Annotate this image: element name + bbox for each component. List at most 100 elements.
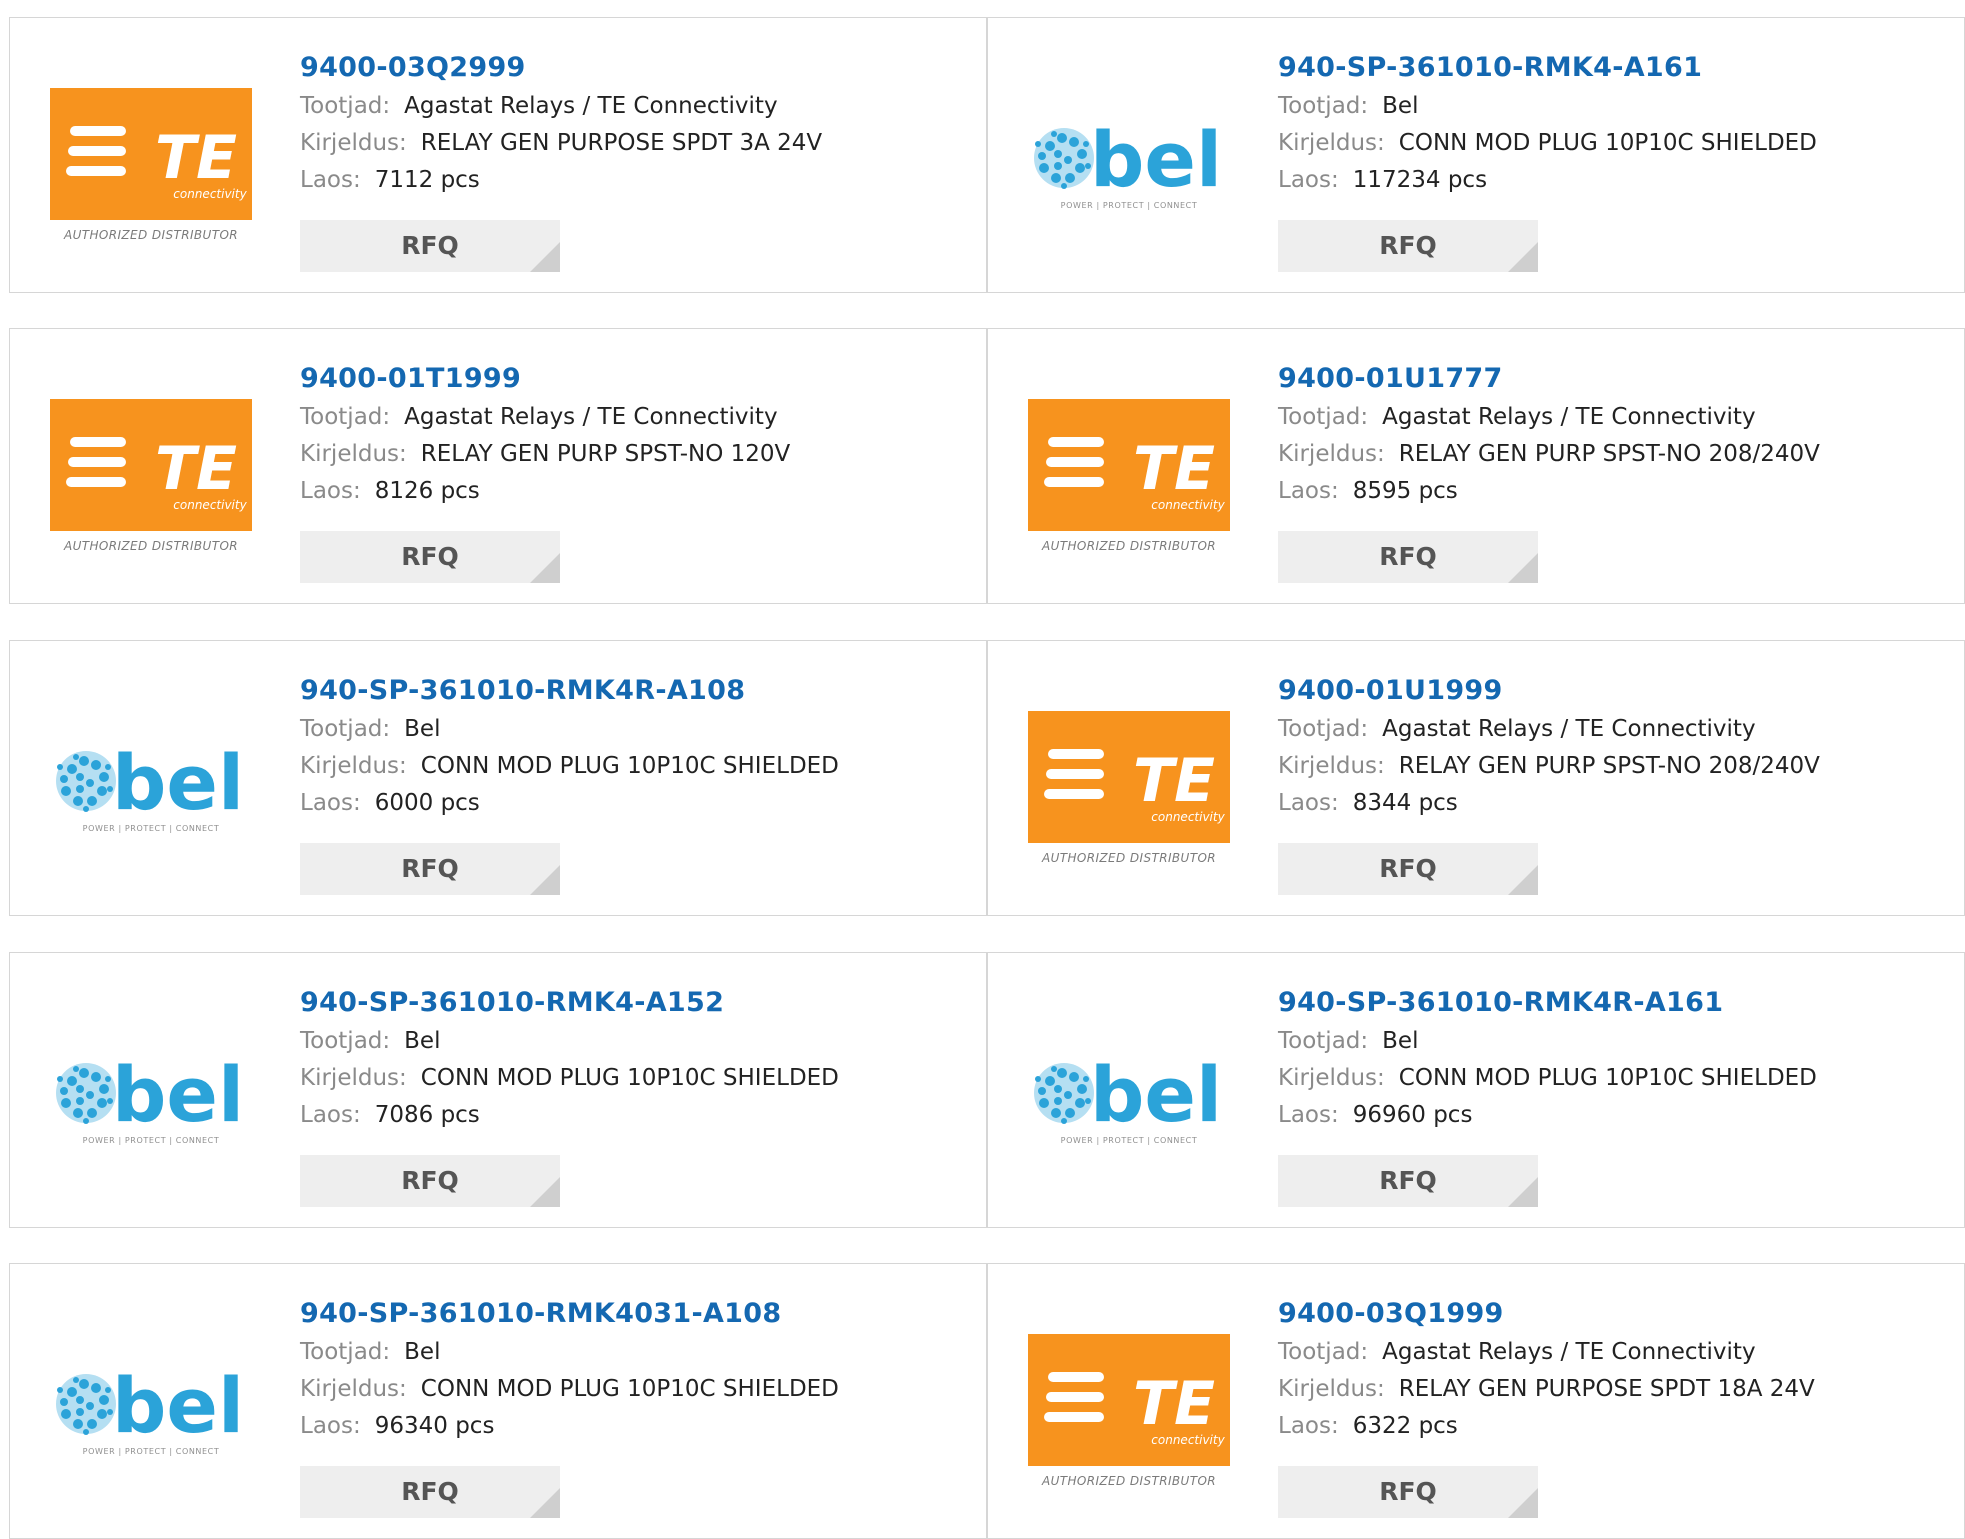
description-value: CONN MOD PLUG 10P10C SHIELDED bbox=[420, 1376, 839, 1402]
manufacturer-row: Tootjad: Agastat Relays / TE Connectivity bbox=[300, 399, 976, 436]
authorized-distributor-caption: AUTHORIZED DISTRIBUTOR bbox=[1041, 539, 1217, 553]
te-logo-mark: TE connectivity bbox=[1044, 746, 1226, 824]
rfq-button[interactable]: RFQ bbox=[300, 843, 560, 895]
bel-logo-text: bel bbox=[1090, 1050, 1222, 1139]
rfq-corner-decoration bbox=[530, 1488, 560, 1518]
stock-label: Laos: bbox=[300, 1413, 361, 1439]
manufacturer-value: Agastat Relays / TE Connectivity bbox=[1382, 404, 1756, 430]
te-connectivity-logo: TE connectivity AUTHORIZED DISTRIBUTOR bbox=[1028, 1334, 1230, 1496]
te-logo-badge: TE connectivity bbox=[1028, 399, 1230, 531]
stock-value: 96340 pcs bbox=[374, 1413, 495, 1439]
rfq-button[interactable]: RFQ bbox=[300, 531, 560, 583]
product-info: 9400-01U1777 Tootjad: Agastat Relays / TE … bbox=[1278, 359, 1954, 510]
stock-row: Laos: 7112 pcs bbox=[300, 162, 976, 199]
description-row: Kirjeldus: RELAY GEN PURPOSE SPDT 3A 24V bbox=[300, 125, 976, 162]
part-number-link[interactable]: 940-SP-361010-RMK4-A152 bbox=[300, 983, 976, 1023]
manufacturer-row: Tootjad: Agastat Relays / TE Connectivity bbox=[1278, 711, 1954, 748]
description-label: Kirjeldus: bbox=[300, 441, 407, 467]
rfq-button[interactable]: RFQ bbox=[300, 1155, 560, 1207]
bel-logo-mark: bel POWER | PROTECT | CONNECT bbox=[1034, 115, 1222, 210]
bel-logo-globe bbox=[1034, 128, 1094, 189]
manufacturer-label: Tootjad: bbox=[1278, 93, 1369, 119]
description-row: Kirjeldus: RELAY GEN PURP SPST-NO 208/240… bbox=[1278, 748, 1954, 785]
manufacturer-row: Tootjad: Bel bbox=[300, 1023, 976, 1060]
manufacturer-row: Tootjad: Bel bbox=[300, 711, 976, 748]
manufacturer-label: Tootjad: bbox=[300, 1028, 391, 1054]
authorized-distributor-caption: AUTHORIZED DISTRIBUTOR bbox=[1041, 851, 1217, 865]
manufacturer-label: Tootjad: bbox=[1278, 1028, 1369, 1054]
te-logo-sub: connectivity bbox=[173, 187, 247, 201]
te-logo-text: TE bbox=[155, 123, 237, 193]
description-label: Kirjeldus: bbox=[1278, 753, 1385, 779]
part-number-link[interactable]: 9400-03Q2999 bbox=[300, 48, 976, 88]
rfq-button-label: RFQ bbox=[401, 231, 459, 260]
manufacturer-row: Tootjad: Agastat Relays / TE Connectivity bbox=[1278, 399, 1954, 436]
stock-value: 7086 pcs bbox=[374, 1102, 480, 1128]
rfq-corner-decoration bbox=[1508, 242, 1538, 272]
part-number-link[interactable]: 940-SP-361010-RMK4R-A161 bbox=[1278, 983, 1954, 1023]
rfq-button[interactable]: RFQ bbox=[300, 220, 560, 272]
manufacturer-row: Tootjad: Bel bbox=[1278, 1023, 1954, 1060]
description-value: RELAY GEN PURPOSE SPDT 3A 24V bbox=[420, 130, 823, 156]
rfq-button[interactable]: RFQ bbox=[1278, 1466, 1538, 1518]
rfq-button[interactable]: RFQ bbox=[1278, 531, 1538, 583]
product-info: 9400-03Q2999 Tootjad: Agastat Relays / TE … bbox=[300, 48, 976, 199]
stock-label: Laos: bbox=[1278, 1102, 1339, 1128]
manufacturer-value: Bel bbox=[1382, 1028, 1419, 1054]
description-label: Kirjeldus: bbox=[300, 1065, 407, 1091]
stock-value: 8595 pcs bbox=[1352, 478, 1458, 504]
bel-logo-globe bbox=[56, 1374, 116, 1435]
bel-logo-mark: bel POWER | PROTECT | CONNECT bbox=[56, 1050, 244, 1145]
manufacturer-label: Tootjad: bbox=[300, 404, 391, 430]
te-connectivity-logo: TE connectivity AUTHORIZED DISTRIBUTOR bbox=[50, 399, 252, 561]
stock-label: Laos: bbox=[1278, 478, 1339, 504]
rfq-button[interactable]: RFQ bbox=[300, 1466, 560, 1518]
te-logo-badge: TE connectivity bbox=[50, 88, 252, 220]
stock-row: Laos: 8126 pcs bbox=[300, 473, 976, 510]
stock-label: Laos: bbox=[300, 1102, 361, 1128]
bel-logo-text: bel bbox=[112, 1050, 244, 1139]
description-label: Kirjeldus: bbox=[1278, 1376, 1385, 1402]
product-card: bel POWER | PROTECT | CONNECT 940-SP-361… bbox=[987, 952, 1965, 1228]
stock-value: 8126 pcs bbox=[374, 478, 480, 504]
bel-logo-text: bel bbox=[1090, 115, 1222, 204]
stock-value: 6000 pcs bbox=[374, 790, 480, 816]
description-value: RELAY GEN PURP SPST-NO 208/240V bbox=[1398, 753, 1820, 779]
part-number-link[interactable]: 9400-01U1777 bbox=[1278, 359, 1954, 399]
part-number-link[interactable]: 9400-01T1999 bbox=[300, 359, 976, 399]
bel-logo: bel POWER | PROTECT | CONNECT bbox=[50, 1023, 252, 1185]
bel-logo-tagline: POWER | PROTECT | CONNECT bbox=[83, 824, 220, 833]
bel-logo-mark: bel POWER | PROTECT | CONNECT bbox=[56, 738, 244, 833]
bel-logo: bel POWER | PROTECT | CONNECT bbox=[50, 1334, 252, 1496]
te-logo-sub: connectivity bbox=[1151, 1433, 1225, 1447]
bel-logo-tagline: POWER | PROTECT | CONNECT bbox=[83, 1447, 220, 1456]
te-logo-badge: TE connectivity bbox=[1028, 1334, 1230, 1466]
bel-logo-tagline: POWER | PROTECT | CONNECT bbox=[1061, 201, 1198, 210]
te-logo-badge: TE connectivity bbox=[1028, 711, 1230, 843]
rfq-button[interactable]: RFQ bbox=[1278, 843, 1538, 895]
bel-logo-text: bel bbox=[112, 1361, 244, 1450]
description-value: CONN MOD PLUG 10P10C SHIELDED bbox=[1398, 130, 1817, 156]
te-logo-text: TE bbox=[155, 434, 237, 504]
rfq-button[interactable]: RFQ bbox=[1278, 220, 1538, 272]
description-row: Kirjeldus: CONN MOD PLUG 10P10C SHIELDED bbox=[300, 1060, 976, 1097]
manufacturer-label: Tootjad: bbox=[1278, 716, 1369, 742]
rfq-corner-decoration bbox=[530, 865, 560, 895]
product-info: 940-SP-361010-RMK4-A161 Tootjad: Bel Kirjel… bbox=[1278, 48, 1954, 199]
rfq-button[interactable]: RFQ bbox=[1278, 1155, 1538, 1207]
part-number-link[interactable]: 9400-01U1999 bbox=[1278, 671, 1954, 711]
description-row: Kirjeldus: RELAY GEN PURP SPST-NO 208/240… bbox=[1278, 436, 1954, 473]
te-connectivity-logo: TE connectivity AUTHORIZED DISTRIBUTOR bbox=[50, 88, 252, 250]
part-number-link[interactable]: 940-SP-361010-RMK4R-A108 bbox=[300, 671, 976, 711]
part-number-link[interactable]: 940-SP-361010-RMK4031-A108 bbox=[300, 1294, 976, 1334]
rfq-button-label: RFQ bbox=[401, 1166, 459, 1195]
bel-logo: bel POWER | PROTECT | CONNECT bbox=[50, 711, 252, 873]
manufacturer-label: Tootjad: bbox=[1278, 1339, 1369, 1365]
te-logo-mark: TE connectivity bbox=[1044, 434, 1226, 512]
part-number-link[interactable]: 9400-03Q1999 bbox=[1278, 1294, 1954, 1334]
rfq-corner-decoration bbox=[1508, 865, 1538, 895]
part-number-link[interactable]: 940-SP-361010-RMK4-A161 bbox=[1278, 48, 1954, 88]
description-label: Kirjeldus: bbox=[300, 130, 407, 156]
description-row: Kirjeldus: RELAY GEN PURPOSE SPDT 18A 24V bbox=[1278, 1371, 1954, 1408]
product-info: 9400-01T1999 Tootjad: Agastat Relays / TE … bbox=[300, 359, 976, 510]
